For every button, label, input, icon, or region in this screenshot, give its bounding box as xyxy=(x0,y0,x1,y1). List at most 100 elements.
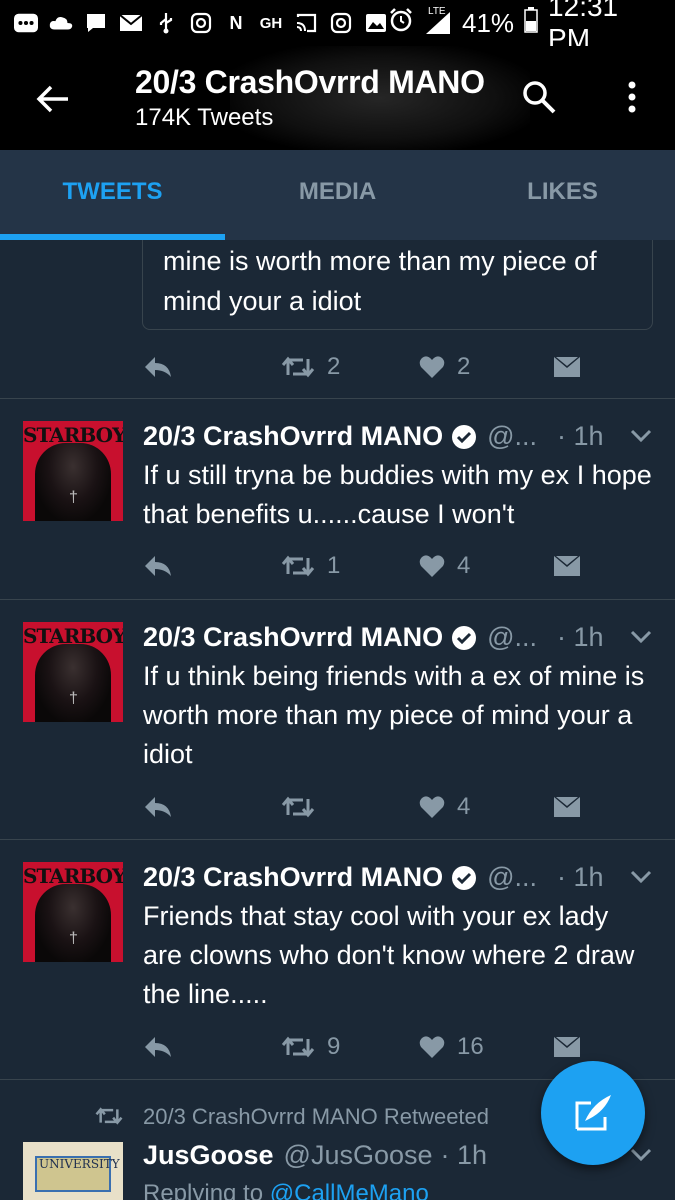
direct-message-button[interactable] xyxy=(553,546,581,586)
tab-tweets[interactable]: TWEETS xyxy=(0,150,225,240)
battery-icon xyxy=(524,6,538,40)
search-button[interactable] xyxy=(516,74,562,120)
retweet-button[interactable]: 2 xyxy=(281,347,340,387)
direct-message-button[interactable] xyxy=(553,787,581,827)
instagram-icon xyxy=(189,12,213,34)
retweet-count: 2 xyxy=(327,353,341,380)
profile-header: 20/3 CrashOvrrd MANO 174K Tweets xyxy=(0,46,675,150)
gh-app-icon: GH xyxy=(259,14,283,32)
avatar[interactable]: STARBOY † xyxy=(23,622,123,722)
more-dots-icon xyxy=(14,12,38,34)
cross-icon: † xyxy=(69,690,78,707)
tweet-time: · 1h xyxy=(557,862,604,892)
direct-message-button[interactable] xyxy=(553,347,581,387)
chevron-down-icon xyxy=(630,630,652,644)
tweet-actions: 1 4 xyxy=(143,546,623,586)
like-button[interactable]: 16 xyxy=(419,1027,484,1067)
direct-message-button[interactable] xyxy=(553,1027,581,1067)
reply-icon xyxy=(145,556,171,576)
tweet-options-button[interactable] xyxy=(630,870,652,889)
tweet-text: If u still tryna be buddies with my ex I… xyxy=(143,460,652,529)
compose-icon xyxy=(575,1095,611,1131)
avatar[interactable]: STARBOY † xyxy=(23,421,123,521)
heart-icon xyxy=(419,1036,445,1058)
like-count: 2 xyxy=(457,353,471,380)
tweet-feed[interactable]: mine is worth more than my piece of mind… xyxy=(0,240,675,1200)
author-name[interactable]: 20/3 CrashOvrrd MANO xyxy=(143,421,443,452)
mention-link[interactable]: @CallMeMano xyxy=(270,1180,429,1200)
verified-badge-icon xyxy=(451,625,477,651)
signal-icon: LTE xyxy=(424,6,452,36)
retweet-icon xyxy=(281,796,315,818)
tab-media[interactable]: MEDIA xyxy=(225,150,450,240)
author-handle[interactable]: @... xyxy=(487,421,537,452)
tweet-time: · 1h xyxy=(440,1140,488,1170)
like-button[interactable]: 4 xyxy=(419,546,470,586)
compose-tweet-button[interactable] xyxy=(541,1061,645,1165)
overflow-menu-button[interactable] xyxy=(612,74,652,120)
reply-button[interactable] xyxy=(143,1027,173,1067)
tweet-text: If u think being friends with a ex of mi… xyxy=(143,661,645,769)
author-name[interactable]: 20/3 CrashOvrrd MANO xyxy=(143,862,443,893)
avatar-text: UNIVERSITY xyxy=(39,1157,120,1171)
like-count: 4 xyxy=(457,552,471,579)
reply-button[interactable] xyxy=(143,347,173,387)
author-handle[interactable]: @... xyxy=(487,862,537,893)
retweet-icon xyxy=(281,356,315,378)
tweet[interactable]: STARBOY † 20/3 CrashOvrrd MANO @... · 1h… xyxy=(0,839,675,1079)
alarm-icon xyxy=(388,7,414,40)
reply-icon xyxy=(145,797,171,817)
quoted-tweet[interactable]: mine is worth more than my piece of mind… xyxy=(142,240,653,330)
tweet[interactable]: STARBOY † 20/3 CrashOvrrd MANO @... · 1h… xyxy=(0,398,675,598)
tweet-actions: 9 16 xyxy=(143,1027,623,1067)
retweet-button[interactable] xyxy=(281,787,327,827)
author-handle[interactable]: @... xyxy=(487,622,537,653)
avatar[interactable]: STARBOY † xyxy=(23,862,123,962)
tweet-options-button[interactable] xyxy=(630,429,652,448)
profile-tabs: TWEETS MEDIA LIKES xyxy=(0,150,675,240)
notification-icons: N GH xyxy=(14,12,388,34)
reply-icon xyxy=(145,357,171,377)
tweet-time: · 1h xyxy=(557,622,604,652)
like-count: 4 xyxy=(457,793,471,820)
instagram-icon xyxy=(329,12,353,34)
author-name[interactable]: JusGoose xyxy=(143,1140,274,1171)
cast-icon xyxy=(294,12,318,34)
search-icon xyxy=(523,81,556,114)
cross-icon: † xyxy=(69,930,78,947)
back-button[interactable] xyxy=(30,76,76,122)
tweet-header: 20/3 CrashOvrrd MANO @... · 1h xyxy=(143,862,604,893)
tweet-header: 20/3 CrashOvrrd MANO @... · 1h xyxy=(143,622,604,653)
retweet-icon xyxy=(281,1036,315,1058)
replying-to-label: Replying to xyxy=(143,1180,264,1200)
image-icon xyxy=(364,12,388,34)
envelope-icon xyxy=(554,556,580,576)
envelope-icon xyxy=(554,357,580,377)
retweet-button[interactable]: 1 xyxy=(281,546,340,586)
retweet-count: 9 xyxy=(327,1033,341,1060)
cross-icon: † xyxy=(69,489,78,506)
quoted-tweet-text: mine is worth more than my piece of mind… xyxy=(163,246,597,316)
reply-button[interactable] xyxy=(143,546,173,586)
tweet-text: Friends that stay cool with your ex lady… xyxy=(143,901,635,1009)
tweet-options-button[interactable] xyxy=(630,1148,652,1167)
tweet[interactable]: STARBOY † 20/3 CrashOvrrd MANO @... · 1h… xyxy=(0,599,675,839)
envelope-icon xyxy=(554,797,580,817)
envelope-icon xyxy=(554,1037,580,1057)
like-button[interactable]: 4 xyxy=(419,787,470,827)
author-name[interactable]: 20/3 CrashOvrrd MANO xyxy=(143,622,443,653)
battery-percent: 41% xyxy=(462,7,515,38)
cloud-icon xyxy=(49,12,73,34)
retweet-icon xyxy=(281,555,315,577)
status-bar: N GH LTE 41% 12:31 PM xyxy=(0,0,675,54)
heart-icon xyxy=(419,796,445,818)
tweet-options-button[interactable] xyxy=(630,630,652,649)
avatar-figure xyxy=(35,443,111,521)
tab-likes[interactable]: LIKES xyxy=(450,150,675,240)
tweet-actions: 4 xyxy=(143,787,623,827)
avatar[interactable]: UNIVERSITY xyxy=(23,1142,123,1200)
author-handle[interactable]: @JusGoose xyxy=(284,1140,433,1171)
reply-button[interactable] xyxy=(143,787,173,827)
retweet-button[interactable]: 9 xyxy=(281,1027,340,1067)
like-button[interactable]: 2 xyxy=(419,347,470,387)
